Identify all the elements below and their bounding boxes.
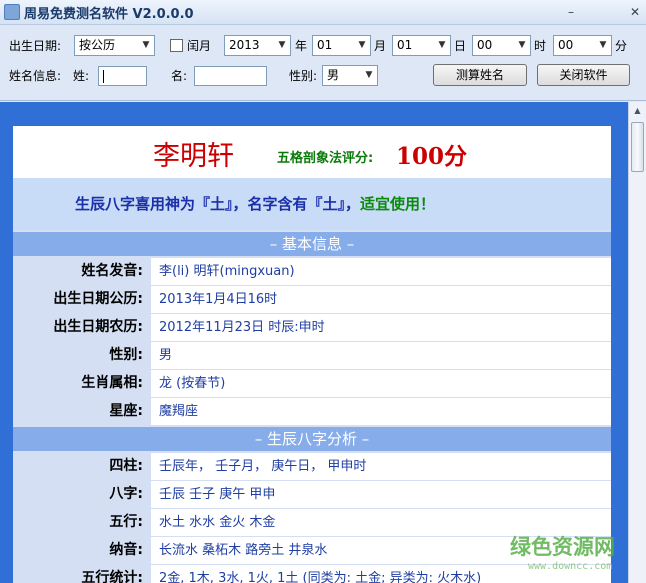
score-value: 100分 (396, 143, 468, 170)
gender-label: 性别: (289, 69, 318, 83)
table-row: 姓名发音: 李(li) 明轩(mingxuan) (13, 258, 611, 286)
month-select[interactable]: 01 ▼ (312, 35, 371, 56)
table-row: 出生日期公历: 2013年1月4日16时 (13, 286, 611, 314)
row-key: 五行: (13, 509, 151, 536)
hour-select[interactable]: 00 ▼ (472, 35, 531, 56)
year-value: 2013 (229, 38, 260, 52)
minimize-button[interactable]: – (562, 4, 580, 20)
day-value: 01 (397, 38, 413, 52)
result-name: 李明轩 (153, 141, 234, 172)
row-value: 壬辰 壬子 庚午 甲申 (151, 481, 611, 508)
chevron-down-icon: ▼ (354, 36, 370, 55)
minute-unit-label: 分 (615, 39, 628, 53)
row-value: 壬辰年， 壬子月， 庚午日， 甲申时 (151, 453, 611, 480)
summary-box: 生辰八字喜用神为『土』，名字含有『土』，适宜使用！ (13, 178, 611, 230)
title-bar: 周易免费测名软件 V2.0.0.0 – ✕ (0, 0, 646, 25)
row-key: 纳音: (13, 537, 151, 564)
chevron-down-icon: ▼ (274, 36, 290, 55)
hour-unit-label: 时 (534, 39, 547, 53)
month-unit-label: 月 (374, 39, 387, 53)
close-software-button[interactable]: 关闭软件 (537, 64, 630, 86)
summary-text: 生辰八字喜用神为『土』，名字含有『土』，适宜使用！ (75, 193, 435, 214)
row-value: 龙 (按春节) (151, 370, 611, 397)
input-toolbar: 出生日期: 按公历 ▼ 闰月 2013 ▼ 年 01 ▼ 月 01 ▼ 日 00… (0, 25, 646, 101)
vertical-scrollbar[interactable]: ▲ (628, 102, 646, 583)
result-report: 李明轩 五格剖象法评分: 100分 生辰八字喜用神为『土』，名字含有『土』，适宜… (13, 126, 611, 583)
row-value: 2012年11月23日 时辰:申时 (151, 314, 611, 341)
gender-value: 男 (327, 68, 340, 82)
leap-month-label: 闰月 (187, 39, 212, 53)
row-key: 五行统计: (13, 565, 151, 583)
surname-input[interactable] (98, 66, 147, 86)
surname-label: 姓: (73, 69, 90, 83)
summary-main: 生辰八字喜用神为『土』，名字含有『土』， (75, 195, 361, 213)
row-key: 出生日期公历: (13, 286, 151, 313)
close-window-button[interactable]: ✕ (626, 4, 644, 20)
summary-verdict: 适宜使用！ (360, 195, 436, 213)
row-value: 2013年1月4日16时 (151, 286, 611, 313)
calculate-name-button[interactable]: 测算姓名 (433, 64, 527, 86)
table-row: 性别: 男 (13, 342, 611, 370)
table-row: 八字: 壬辰 壬子 庚午 甲申 (13, 481, 611, 509)
row-value: 魔羯座 (151, 398, 611, 425)
day-select[interactable]: 01 ▼ (392, 35, 451, 56)
row-key: 四柱: (13, 453, 151, 480)
watermark-url: www.downcc.com (528, 561, 613, 572)
chevron-down-icon: ▼ (361, 66, 377, 85)
hour-value: 00 (477, 38, 493, 52)
day-unit-label: 日 (454, 39, 467, 53)
given-name-input[interactable] (194, 66, 267, 86)
gender-select[interactable]: 男 ▼ (322, 65, 378, 86)
chevron-down-icon: ▼ (595, 36, 611, 55)
month-value: 01 (317, 38, 333, 52)
watermark-logo: 绿色资源网 (510, 535, 615, 559)
score-label: 五格剖象法评分: (277, 151, 374, 166)
table-row: 星座: 魔羯座 (13, 398, 611, 426)
table-row: 四柱: 壬辰年， 壬子月， 庚午日， 甲申时 (13, 453, 611, 481)
chevron-down-icon: ▼ (138, 36, 154, 55)
scroll-up-icon[interactable]: ▲ (630, 104, 645, 118)
row-value: 男 (151, 342, 611, 369)
scrollbar-thumb[interactable] (631, 122, 644, 172)
calendar-type-value: 按公历 (79, 38, 116, 52)
section-basic-info: – 基本信息 – (13, 232, 611, 256)
given-name-label: 名: (171, 69, 188, 83)
row-key: 性别: (13, 342, 151, 369)
chevron-down-icon: ▼ (434, 36, 450, 55)
birth-date-label: 出生日期: (9, 39, 62, 53)
year-unit-label: 年 (295, 39, 308, 53)
table-row: 生肖属相: 龙 (按春节) (13, 370, 611, 398)
table-row: 出生日期农历: 2012年11月23日 时辰:申时 (13, 314, 611, 342)
minute-value: 00 (558, 38, 574, 52)
window-title: 周易免费测名软件 V2.0.0.0 (24, 7, 194, 22)
year-select[interactable]: 2013 ▼ (224, 35, 291, 56)
app-icon (4, 4, 20, 20)
row-key: 星座: (13, 398, 151, 425)
row-key: 生肖属相: (13, 370, 151, 397)
section-bazi-analysis: – 生辰八字分析 – (13, 427, 611, 451)
row-key: 八字: (13, 481, 151, 508)
row-key: 姓名发音: (13, 258, 151, 285)
calendar-type-select[interactable]: 按公历 ▼ (74, 35, 155, 56)
report-header: 李明轩 五格剖象法评分: 100分 (13, 126, 611, 178)
minute-select[interactable]: 00 ▼ (553, 35, 612, 56)
row-value: 李(li) 明轩(mingxuan) (151, 258, 611, 285)
table-row: 五行统计: 2金, 1木, 3水, 1火, 1土 (同类为: 土金; 异类为: … (13, 565, 611, 583)
row-key: 出生日期农历: (13, 314, 151, 341)
leap-month-checkbox[interactable] (170, 39, 183, 52)
chevron-down-icon: ▼ (514, 36, 530, 55)
text-cursor (103, 70, 104, 83)
name-info-label: 姓名信息: (9, 69, 62, 83)
